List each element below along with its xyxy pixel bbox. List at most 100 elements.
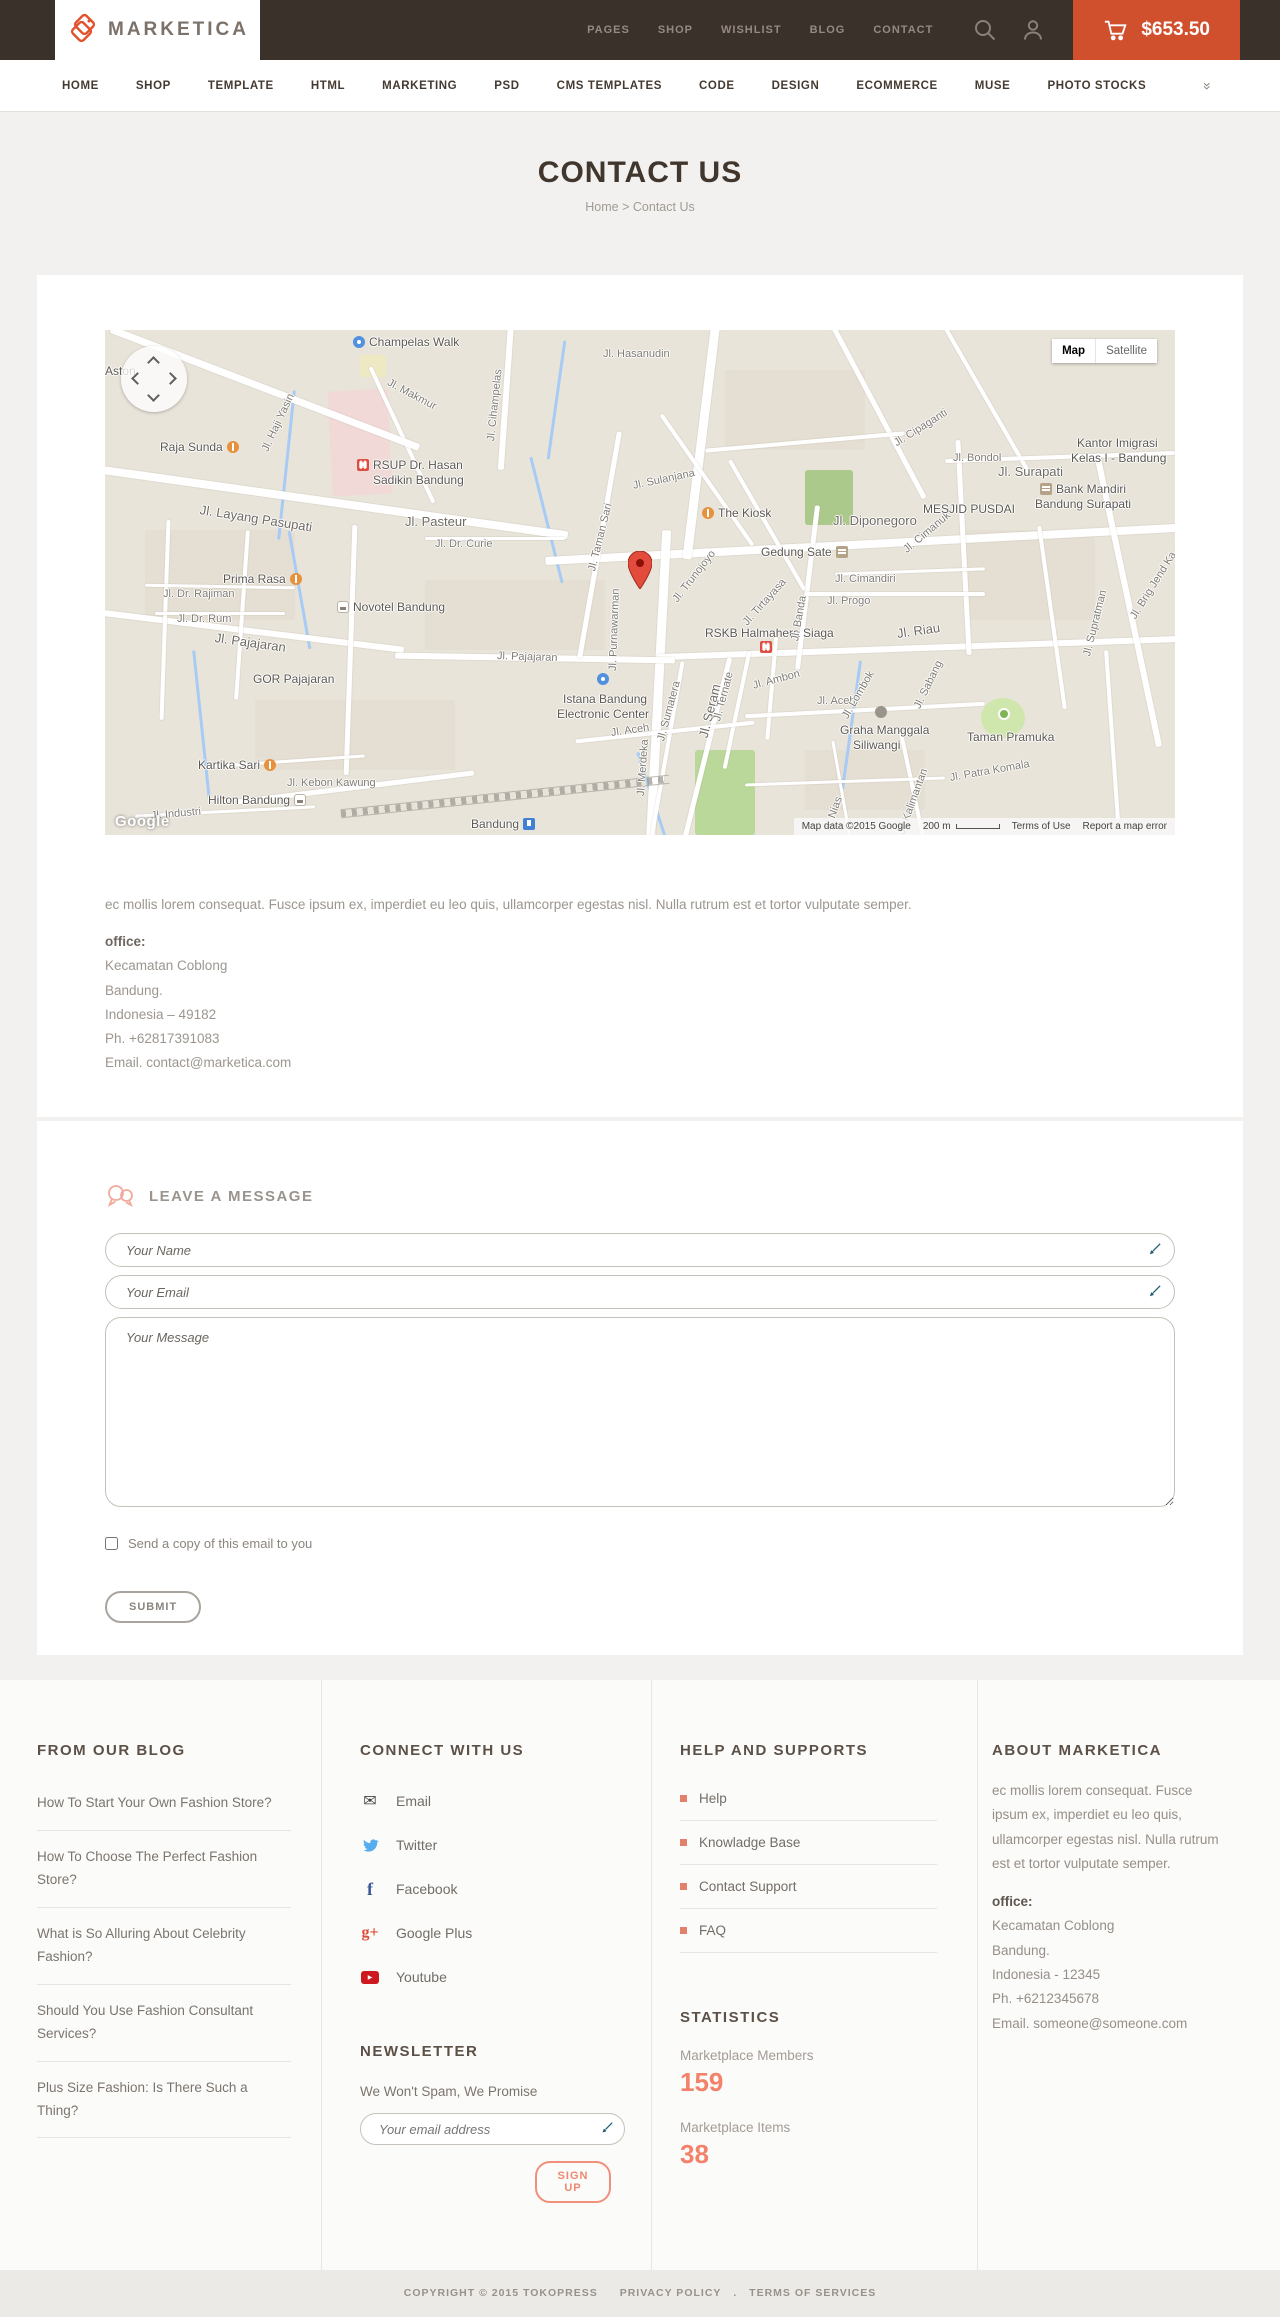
map-address-card: Champelas Walk Jl. Hasanudin Aston Raja …	[37, 275, 1243, 1117]
map-attribution: Map data ©2015 Google 200 m Terms of Use…	[793, 818, 1175, 835]
help-link[interactable]: Contact Support	[680, 1865, 937, 1909]
category-nav-item[interactable]: PHOTO STOCKS	[1047, 80, 1146, 92]
map-pan-control[interactable]	[121, 346, 187, 412]
category-nav-item[interactable]: MARKETING	[382, 80, 457, 92]
top-nav-item[interactable]: CONTACT	[873, 24, 933, 36]
newsletter-email-input[interactable]	[360, 2113, 625, 2145]
social-icon: ✉ f g+ ▶	[360, 1879, 380, 1900]
map-poi-icon	[1040, 483, 1052, 495]
category-nav-item[interactable]: CMS TEMPLATES	[557, 80, 662, 92]
signup-button[interactable]: SIGN UP	[535, 2161, 611, 2203]
social-icon: ✉ f g+ ▶	[360, 1838, 380, 1853]
copyright-separator: .	[733, 2287, 738, 2299]
breadcrumb: Home > Contact Us	[0, 200, 1280, 214]
map-poi-icon	[337, 601, 349, 613]
category-nav-item[interactable]: ECOMMERCE	[856, 80, 937, 92]
blog-link[interactable]: Plus Size Fashion: Is There Such a Thing…	[37, 2062, 291, 2139]
blog-link[interactable]: How To Start Your Own Fashion Store?	[37, 1777, 291, 1831]
privacy-policy-link[interactable]: PRIVACY POLICY	[620, 2287, 722, 2299]
category-nav-item[interactable]: TEMPLATE	[208, 80, 274, 92]
map-label: Jl. Ambon	[751, 667, 802, 692]
pan-right-icon[interactable]	[164, 372, 177, 385]
footer-blog-column: FROM OUR BLOG How To Start Your Own Fash…	[37, 1680, 322, 2270]
email-input[interactable]	[105, 1275, 1175, 1309]
social-link[interactable]: ✉ f g+ ▶ Email	[360, 1779, 611, 1823]
map-poi-icon	[998, 708, 1010, 720]
name-input[interactable]	[105, 1233, 1175, 1267]
category-nav-item[interactable]: SHOP	[136, 80, 171, 92]
map-label: Jl. Cimandiri	[835, 573, 896, 585]
contact-page: MARKETICA PAGES SHOP WISHLIST BLOG CONTACT	[0, 0, 1280, 2317]
help-link[interactable]: FAQ	[680, 1909, 937, 1953]
blog-link[interactable]: What is So Alluring About Celebrity Fash…	[37, 1908, 291, 1985]
help-link[interactable]: Help	[680, 1777, 937, 1821]
terms-of-use-link[interactable]: Terms of Use	[1012, 821, 1071, 832]
twitter-icon	[363, 1838, 379, 1852]
chevron-down-icon[interactable]: »	[1200, 82, 1216, 90]
map-marker-pin[interactable]	[628, 551, 652, 589]
help-link[interactable]: Knowladge Base	[680, 1821, 937, 1865]
category-nav-item[interactable]: HOME	[62, 80, 99, 92]
pen-icon	[1149, 1243, 1161, 1255]
map-label: Kantor Imigrasi	[1077, 436, 1158, 450]
scale-bar	[955, 824, 1000, 829]
google-plus-icon: g+	[361, 1924, 379, 1941]
top-nav-item[interactable]: SHOP	[658, 24, 693, 36]
terms-of-services-link[interactable]: TERMS OF SERVICES	[749, 2287, 876, 2299]
pan-up-icon[interactable]	[147, 356, 160, 369]
map-label: Gedung Sate	[761, 545, 848, 559]
stat-value: 38	[680, 2139, 709, 2169]
map-type-satellite-button[interactable]: Satellite	[1096, 339, 1157, 363]
map-poi-icon	[353, 336, 365, 348]
email-icon: ✉	[363, 1793, 377, 1810]
map-label: MESJID PUSDAI	[923, 502, 1016, 516]
map-label	[998, 708, 1014, 720]
pan-down-icon[interactable]	[147, 389, 160, 402]
submit-button[interactable]: SUBMIT	[105, 1591, 202, 1623]
google-map[interactable]: Champelas Walk Jl. Hasanudin Aston Raja …	[105, 330, 1175, 835]
search-icon[interactable]	[973, 18, 997, 42]
map-label: Novotel Bandung	[337, 600, 445, 614]
social-link[interactable]: ✉ f g+ ▶ Google Plus	[360, 1911, 611, 1955]
social-label: Youtube	[396, 1969, 447, 1985]
address-line: Email. contact@marketica.com	[105, 1055, 292, 1071]
breadcrumb-home-link[interactable]: Home	[585, 200, 618, 214]
category-nav-item[interactable]: DESIGN	[772, 80, 820, 92]
social-label: Twitter	[396, 1837, 438, 1853]
stat-item: Marketplace Items 38	[680, 2120, 937, 2170]
send-copy-checkbox[interactable]	[105, 1537, 118, 1550]
office-label: office:	[992, 1894, 1033, 1910]
user-account-icon[interactable]	[1021, 18, 1045, 42]
top-nav-item[interactable]: BLOG	[810, 24, 846, 36]
social-link[interactable]: ✉ f g+ ▶ Facebook	[360, 1867, 611, 1911]
address-line: Ph. +62817391083	[105, 1031, 220, 1047]
map-label: Jl. Kebon Kawung	[287, 777, 376, 789]
blog-link[interactable]: How To Choose The Perfect Fashion Store?	[37, 1831, 291, 1908]
category-nav: HOME SHOP TEMPLATE HTML MARKETING PSD CMS TEMP…	[0, 60, 1280, 112]
category-nav-item[interactable]: PSD	[494, 80, 519, 92]
about-text: ec mollis lorem consequat. Fusce ipsum e…	[992, 1783, 1219, 1871]
pan-left-icon[interactable]	[131, 372, 144, 385]
top-nav-item[interactable]: WISHLIST	[721, 24, 782, 36]
stat-label: Marketplace Items	[680, 2120, 791, 2135]
report-map-error-link[interactable]: Report a map error	[1083, 821, 1167, 832]
map-poi-icon	[226, 441, 239, 453]
map-type-map-button[interactable]: Map	[1052, 339, 1097, 363]
category-nav-item[interactable]: HTML	[311, 80, 345, 92]
blog-link[interactable]: Should You Use Fashion Consultant Servic…	[37, 1985, 291, 2062]
google-logo[interactable]: Google	[115, 813, 170, 830]
top-nav-item[interactable]: PAGES	[587, 24, 630, 36]
social-link[interactable]: ✉ f g+ ▶ Twitter	[360, 1823, 611, 1867]
map-label: Raja Sunda	[160, 440, 239, 454]
category-nav-item[interactable]: MUSE	[975, 80, 1011, 92]
brand-logo[interactable]: MARKETICA	[55, 0, 260, 60]
social-link[interactable]: ✉ f g+ ▶ Youtube	[360, 1955, 611, 1999]
page-title-section: CONTACT US Home > Contact Us	[0, 112, 1280, 275]
message-textarea[interactable]	[105, 1317, 1175, 1507]
address-line: Bandung.	[105, 982, 163, 998]
map-scale: 200 m	[923, 821, 1000, 832]
message-field-wrap	[105, 1317, 1175, 1512]
cart-button[interactable]: $653.50	[1073, 0, 1240, 60]
newsletter-input-wrap	[360, 2113, 625, 2145]
category-nav-item[interactable]: CODE	[699, 80, 735, 92]
